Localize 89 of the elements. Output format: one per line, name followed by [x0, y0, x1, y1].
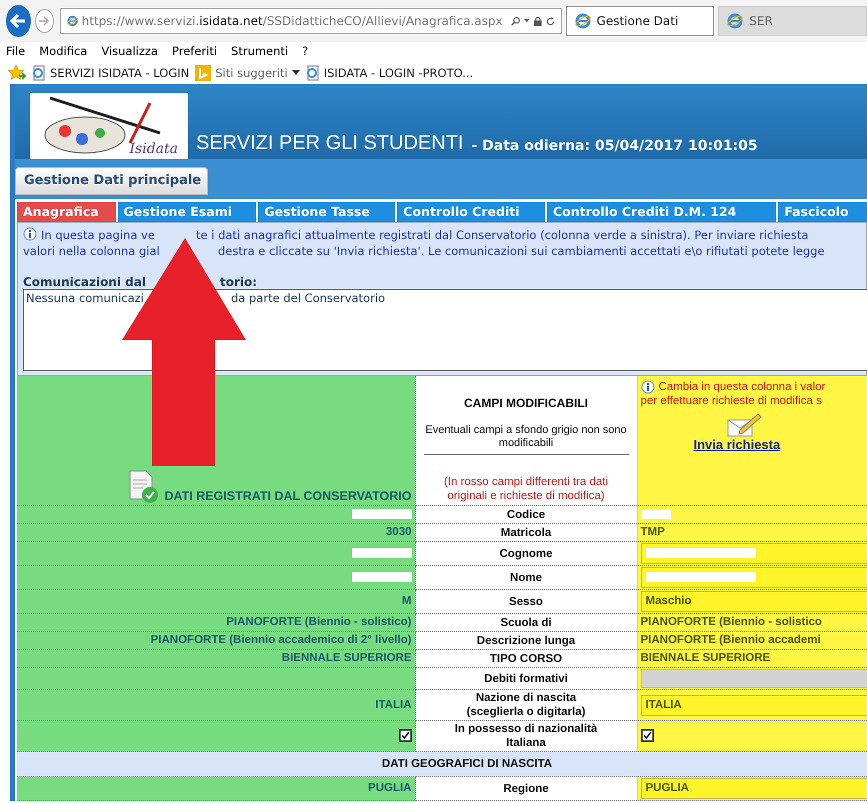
nav-tab[interactable]: Gestione Tasse [258, 202, 396, 222]
info-text: destra e cliccate su 'Invia richiesta'. Le comunicazioni sui cambiamenti accettati e\o rifiutati potete legge [218, 243, 825, 259]
input-field[interactable] [640, 567, 867, 588]
browser-page-icon [574, 13, 591, 29]
column-note: Cambia in questa colonna i valor [658, 380, 826, 394]
field-label: Nome [510, 572, 542, 584]
envelope-pencil-icon [726, 412, 762, 438]
menu-item[interactable]: File [6, 44, 26, 58]
input-field[interactable]: PUGLIA [640, 778, 867, 799]
redaction-mark [352, 508, 412, 519]
input-field[interactable]: ITALIA [640, 694, 867, 716]
column-note: Eventuali campi a sfondo grigio non sono modificabili [424, 424, 628, 455]
field-label: Codice [506, 508, 546, 520]
redaction-mark [352, 548, 412, 558]
favorites-link[interactable]: ISIDATA - LOGIN -PROTO... [306, 65, 474, 81]
left-value: 3030 [386, 526, 412, 538]
info-icon [23, 227, 37, 241]
nav-tab[interactable]: Fascicolo [778, 202, 867, 222]
suggested-sites-icon [195, 65, 212, 81]
browser-tab[interactable]: SER [718, 6, 867, 36]
field-label: Debiti formativi [484, 672, 568, 684]
refresh-icon[interactable] [546, 14, 555, 28]
menu-item[interactable]: Preferiti [172, 44, 218, 58]
field-label: TIPO CORSO [490, 652, 562, 664]
input-field[interactable] [640, 543, 867, 564]
redaction-mark [640, 508, 670, 519]
nav-tab[interactable]: Gestione Esami [118, 202, 256, 222]
field-label: Scuola di [500, 616, 552, 628]
favorites-link[interactable]: SERVIZI ISIDATA - LOGIN [32, 65, 190, 81]
left-value: ITALIA [375, 698, 412, 710]
field-label: Descrizione lunga [476, 634, 576, 646]
nav-tab[interactable]: Controllo Crediti D.M. 124 [546, 202, 776, 222]
column-note: per effettuare richieste di modifica s [640, 394, 822, 408]
menu-item[interactable]: Strumenti [231, 44, 288, 58]
page-icon [32, 65, 46, 81]
menu-item[interactable]: Modifica [39, 44, 88, 58]
nav-tab[interactable]: Anagrafica [17, 202, 116, 222]
field-label: torio: [220, 275, 258, 289]
field-label: Matricola [500, 526, 552, 538]
left-value: PUGLIA [368, 782, 412, 794]
current-date: - Data odierna: 05/04/2017 10:01:05 [471, 138, 758, 156]
dropdown-icon [292, 70, 300, 76]
right-value: PIANOFORTE (Biennio - solistico [640, 616, 822, 628]
browser-tab[interactable]: Gestione Dati [566, 6, 714, 36]
redaction-mark [352, 572, 412, 582]
field-label: Nazione di nascita (sceglierla o digitarla) [466, 692, 586, 718]
info-text: In questa pagina ve [41, 227, 156, 243]
info-text: te i dati anagrafici attualmente registrati dal Conservatorio (colonna verde a sinistra). Per inviare richiesta [196, 227, 808, 243]
field-label: Sesso [509, 596, 543, 608]
browser-page-icon [727, 13, 744, 29]
page-icon [306, 65, 320, 81]
left-value: BIENNALE SUPERIORE [282, 652, 412, 664]
left-value: PIANOFORTE (Biennio accademico di 2° livello) [150, 634, 412, 646]
lock-icon [534, 14, 542, 28]
right-value: PIANOFORTE (Biennio accademi [640, 634, 821, 646]
browser-page-icon [66, 13, 78, 29]
field-label: Comunicazioni dal [23, 275, 147, 289]
info-icon [640, 380, 654, 394]
info-text: valori nella colonna gial [23, 243, 161, 259]
left-value: PIANOFORTE (Biennio - solistico) [226, 616, 412, 628]
field-label: In possesso di nazionalità Italiana [454, 723, 598, 749]
field-label: Cognome [499, 548, 553, 560]
section-heading: DATI GEOGRAFICI DI NASCITA [382, 758, 552, 770]
favorites-star-icon[interactable] [8, 65, 26, 81]
right-value: BIENNALE SUPERIORE [640, 652, 770, 664]
nav-tab[interactable]: Controllo Crediti [397, 202, 545, 222]
column-note: (In rosso campi differenti tra dati originali e richieste di modifica) [442, 475, 610, 503]
column-title: DATI REGISTRATI DAL CONSERVATORIO [164, 489, 412, 504]
forward-arrow-icon [37, 14, 52, 28]
logo-text: Isidata [130, 141, 179, 159]
back-arrow-icon [9, 12, 28, 30]
input-field[interactable]: Maschio [640, 591, 867, 612]
favorites-link[interactable]: Siti suggeriti [195, 65, 300, 81]
search-icon[interactable] [510, 14, 520, 28]
menu-item[interactable]: Visualizza [101, 44, 158, 58]
messages-textarea[interactable]: Nessuna comunicazi da parte del Conservatorio [23, 289, 867, 371]
address-bar[interactable]: https://www.servizi.isidata.net/SSDidatticheCO/Allievi/Anagrafica.aspx [60, 8, 562, 34]
section-tab[interactable]: Gestione Dati principale [15, 167, 208, 195]
checkbox[interactable] [398, 728, 412, 742]
back-button[interactable] [6, 5, 31, 37]
column-title: CAMPI MODIFICABILI [463, 396, 589, 410]
left-value: M [402, 595, 412, 607]
checkbox[interactable] [640, 728, 654, 742]
dropdown-icon[interactable] [524, 18, 530, 24]
page-title: SERVIZI PER GLI STUDENTI [196, 132, 464, 156]
right-value: TMP [640, 526, 665, 538]
menu-item[interactable]: ? [302, 44, 308, 58]
send-request-link[interactable]: Invia richiesta [694, 438, 780, 452]
field-label: Regione [503, 782, 549, 794]
